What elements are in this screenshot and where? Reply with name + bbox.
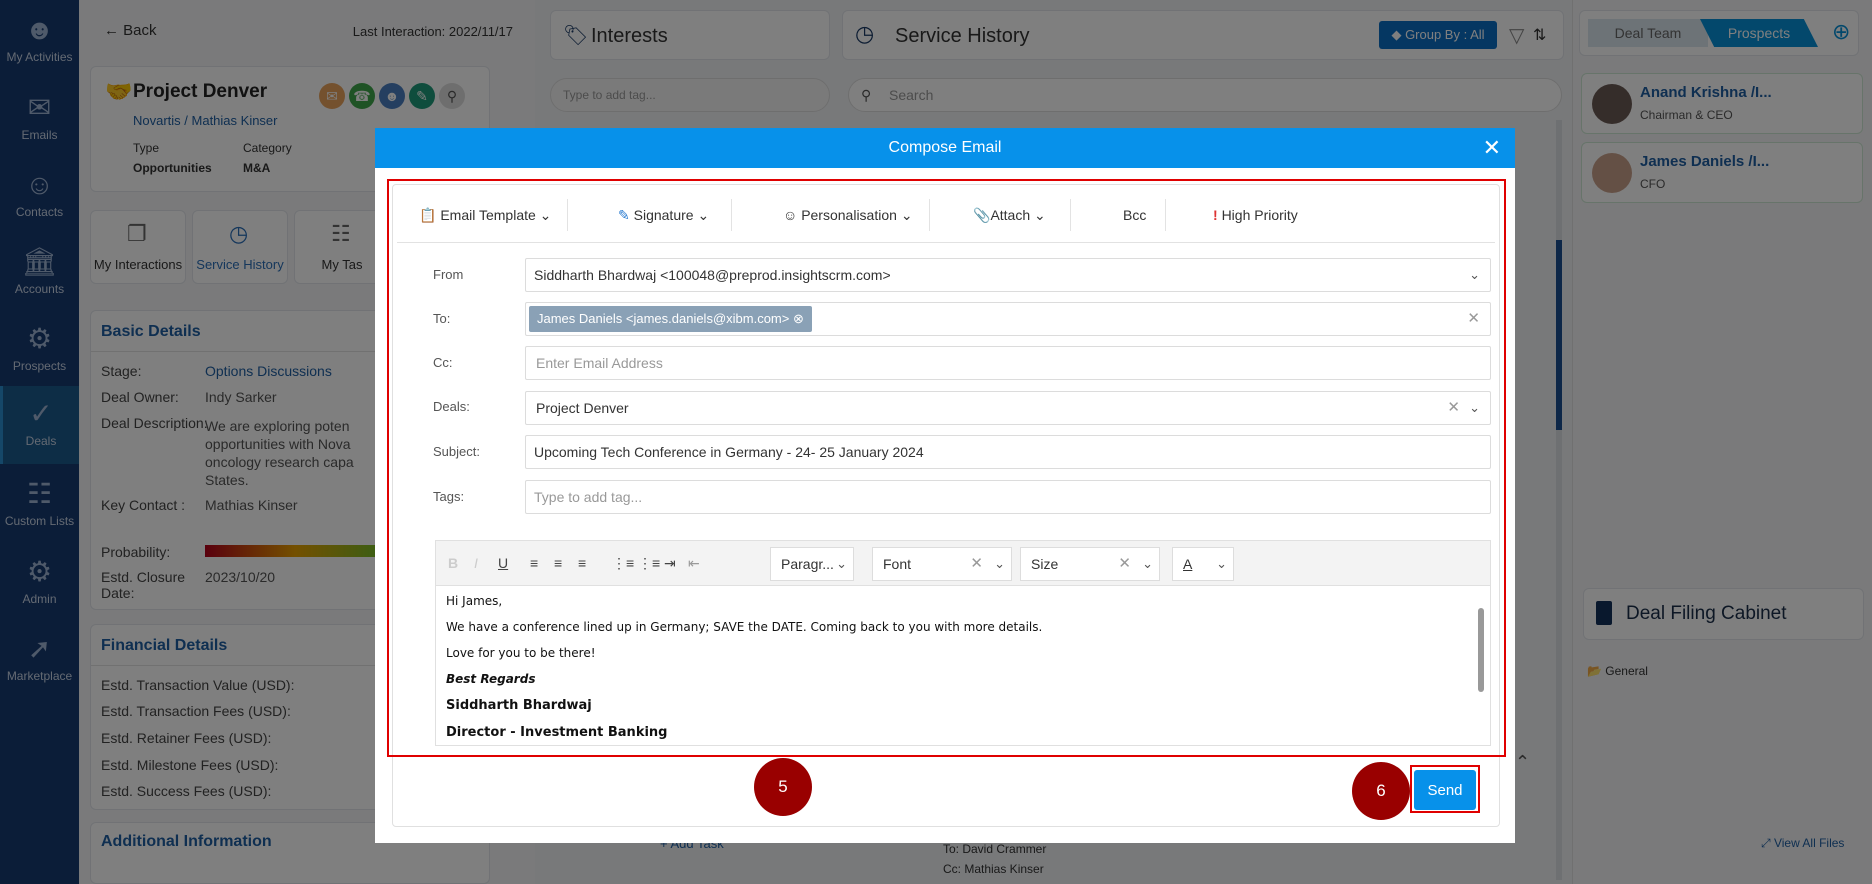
send-highlight-box xyxy=(1410,765,1480,813)
close-icon[interactable]: ✕ xyxy=(1483,128,1501,168)
highlight-box xyxy=(387,179,1506,757)
step-marker-6: 6 xyxy=(1352,762,1410,820)
step-marker-5: 5 xyxy=(754,758,812,816)
compose-email-dialog: Compose Email ✕ 📋 Email Template ⌄ ✎ Sign… xyxy=(375,128,1515,843)
dialog-header: Compose Email ✕ xyxy=(375,128,1515,168)
dialog-title: Compose Email xyxy=(888,139,1002,156)
